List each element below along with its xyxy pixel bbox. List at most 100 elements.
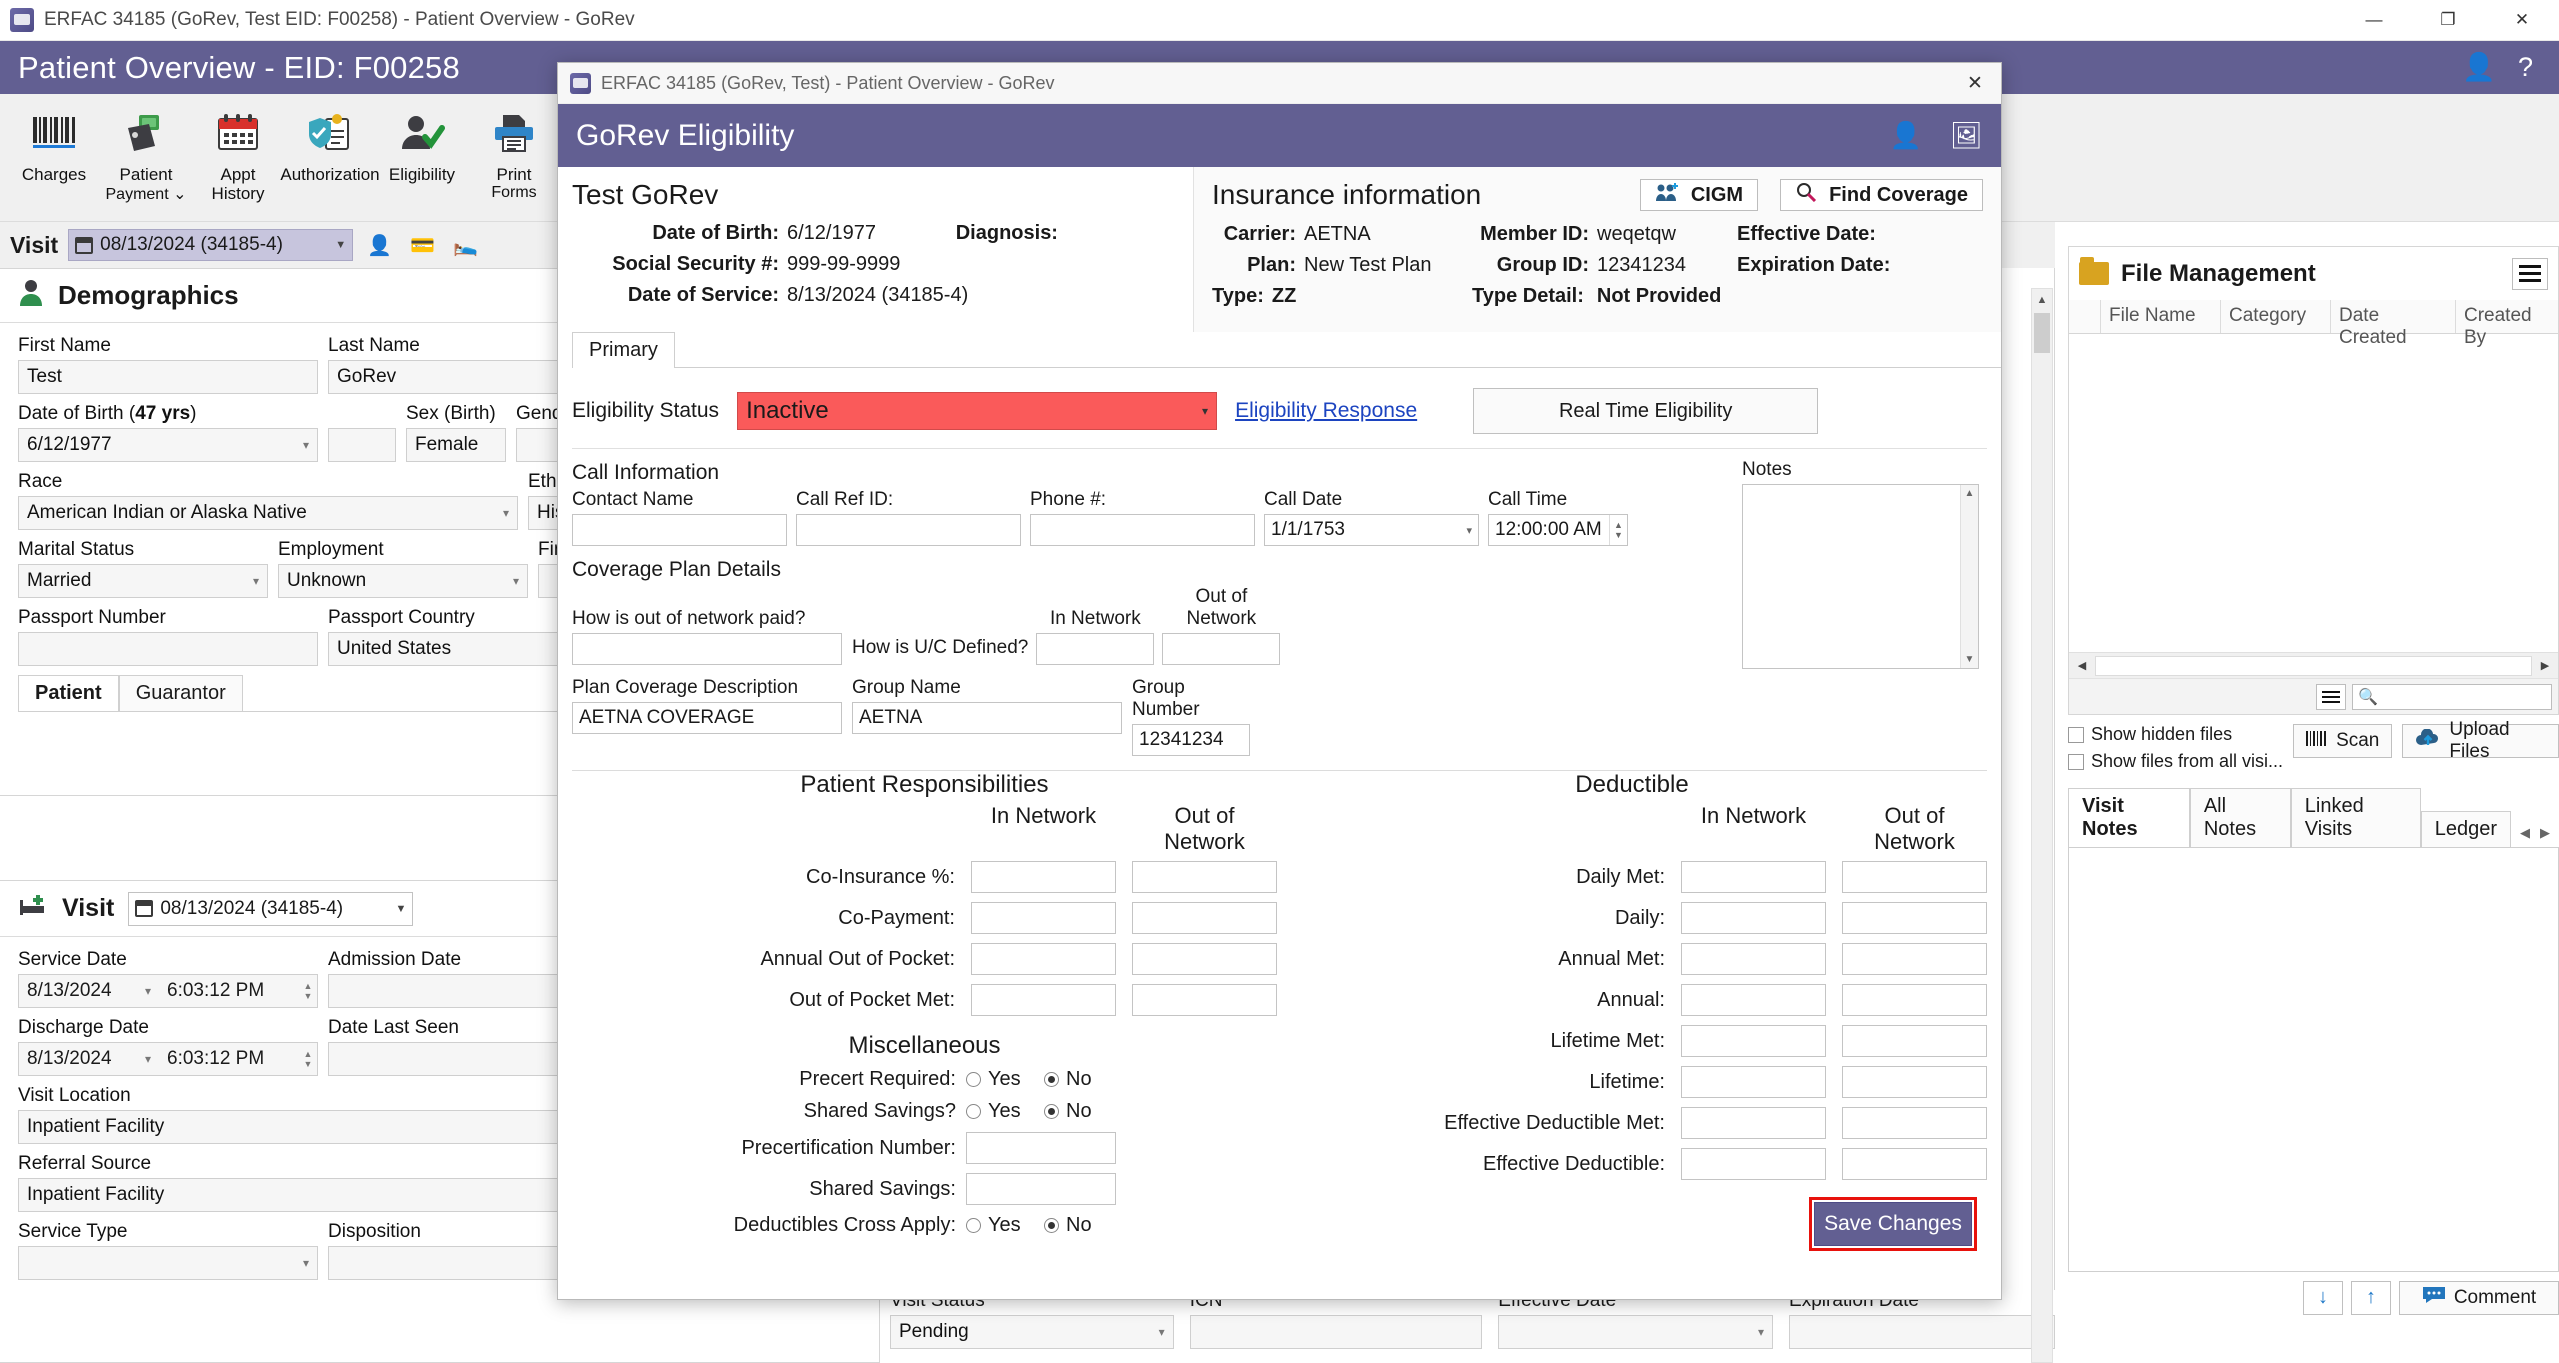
- file-management-menu-button[interactable]: [2512, 257, 2548, 290]
- dd-in-input[interactable]: [1681, 943, 1826, 975]
- ribbon-item-authorization[interactable]: Authorization: [280, 94, 380, 184]
- pr-in-input[interactable]: [971, 861, 1116, 893]
- spinner-icon[interactable]: ▲ ▼: [1609, 515, 1627, 545]
- eligibility-status-dropdown[interactable]: Inactive: [737, 392, 1218, 430]
- pr-in-input[interactable]: [971, 943, 1116, 975]
- upload-files-button[interactable]: Upload Files: [2402, 719, 2559, 762]
- dd-out-input[interactable]: [1842, 1025, 1987, 1057]
- show-all-visits-option[interactable]: Show files from all visi...: [2068, 751, 2283, 772]
- dd-out-input[interactable]: [1842, 984, 1987, 1016]
- dd-out-input[interactable]: [1842, 1107, 1987, 1139]
- shared-savings-input[interactable]: [966, 1173, 1116, 1205]
- pr-out-input[interactable]: [1132, 902, 1277, 934]
- ribbon-item-appt-history[interactable]: Appt History: [192, 94, 284, 203]
- save-changes-button[interactable]: Save Changes: [1814, 1202, 1972, 1246]
- maximize-button[interactable]: ❐: [2411, 0, 2485, 41]
- effective-date-field[interactable]: [1498, 1315, 1774, 1349]
- dialog-close-button[interactable]: ✕: [1949, 63, 2001, 104]
- dd-in-input[interactable]: [1681, 902, 1826, 934]
- ribbon-item-print-forms[interactable]: Print Forms: [468, 94, 560, 202]
- file-col-created-by[interactable]: Created By: [2456, 300, 2558, 348]
- precert-no-option[interactable]: No: [1044, 1068, 1122, 1091]
- service-type-field[interactable]: [18, 1246, 318, 1280]
- file-search-input[interactable]: 🔍: [2352, 683, 2552, 710]
- cross-apply-yes-option[interactable]: Yes: [966, 1214, 1044, 1237]
- plan-coverage-description-input[interactable]: AETNA COVERAGE: [572, 702, 842, 734]
- radio-icon[interactable]: [1044, 1104, 1059, 1119]
- dd-out-input[interactable]: [1842, 943, 1987, 975]
- radio-icon[interactable]: [966, 1218, 981, 1233]
- scroll-right-icon[interactable]: ▶: [2532, 659, 2558, 672]
- tab-ledger[interactable]: Ledger: [2420, 811, 2511, 847]
- spinner-icon[interactable]: ▲ ▼: [299, 1043, 317, 1075]
- file-col-category[interactable]: Category: [2221, 300, 2331, 333]
- help-icon[interactable]: ?: [2518, 54, 2533, 81]
- dob-field[interactable]: 6/12/1977: [18, 428, 318, 462]
- pr-in-input[interactable]: [971, 902, 1116, 934]
- hscroll-thumb[interactable]: [2095, 655, 2532, 676]
- dd-in-input[interactable]: [1681, 1148, 1826, 1180]
- file-table-hscrollbar[interactable]: ◀ ▶: [2069, 652, 2558, 678]
- employment-field[interactable]: Unknown: [278, 564, 528, 598]
- group-number-input[interactable]: 12341234: [1132, 724, 1250, 756]
- pr-out-input[interactable]: [1132, 861, 1277, 893]
- person-icon[interactable]: 👤: [2462, 54, 2496, 81]
- file-col-date-created[interactable]: Date Created: [2331, 300, 2456, 348]
- spinner-icon[interactable]: ▲ ▼: [299, 975, 317, 1007]
- id-card-icon[interactable]: 💳: [406, 230, 439, 260]
- ribbon-item-patient-payment[interactable]: Patient Payment ⌄: [100, 94, 192, 204]
- main-vertical-scrollbar[interactable]: ▲: [2031, 288, 2053, 1363]
- image-icon[interactable]: 🖼: [1950, 120, 1983, 151]
- sex-birth-field[interactable]: Female: [406, 428, 506, 462]
- icn-field[interactable]: [1189, 1315, 1483, 1349]
- dd-out-input[interactable]: [1842, 1066, 1987, 1098]
- tab-primary[interactable]: Primary: [572, 332, 675, 368]
- tab-all-notes[interactable]: All Notes: [2189, 788, 2291, 847]
- radio-icon[interactable]: [1044, 1218, 1059, 1233]
- bed-plus-icon[interactable]: 🛌: [449, 230, 482, 260]
- tab-guarantor[interactable]: Guarantor: [118, 675, 243, 711]
- dd-in-input[interactable]: [1681, 861, 1826, 893]
- precertification-number-input[interactable]: [966, 1132, 1116, 1164]
- tab-next-icon[interactable]: ▶: [2540, 825, 2550, 841]
- close-button[interactable]: ✕: [2485, 0, 2559, 41]
- expiration-date-field[interactable]: [1789, 1315, 2055, 1349]
- shared-savings-no-option[interactable]: No: [1044, 1100, 1122, 1123]
- visit-status-field[interactable]: Pending: [890, 1315, 1174, 1349]
- notes-textarea[interactable]: ▲ ▼: [1742, 484, 1979, 669]
- ribbon-item-charges[interactable]: Charges: [8, 94, 100, 184]
- dd-in-input[interactable]: [1681, 1107, 1826, 1139]
- move-up-button[interactable]: ↑: [2351, 1280, 2391, 1315]
- checkbox-icon[interactable]: [2068, 753, 2084, 770]
- race-field[interactable]: American Indian or Alaska Native: [18, 496, 518, 530]
- real-time-eligibility-button[interactable]: Real Time Eligibility: [1473, 388, 1819, 434]
- dd-in-input[interactable]: [1681, 1066, 1826, 1098]
- contact-name-input[interactable]: [572, 514, 787, 546]
- pr-out-input[interactable]: [1132, 984, 1277, 1016]
- show-hidden-files-option[interactable]: Show hidden files: [2068, 724, 2283, 745]
- discharge-date-field[interactable]: 8/13/2024 6:03:12 PM ▲▼: [18, 1042, 318, 1076]
- marital-status-field[interactable]: Married: [18, 564, 268, 598]
- tab-patient[interactable]: Patient: [18, 675, 119, 711]
- tab-prev-icon[interactable]: ◀: [2520, 825, 2530, 841]
- dd-in-input[interactable]: [1681, 1025, 1826, 1057]
- call-date-input[interactable]: 1/1/1753: [1264, 514, 1479, 546]
- dd-out-input[interactable]: [1842, 1148, 1987, 1180]
- minimize-button[interactable]: —: [2337, 0, 2411, 41]
- shared-savings-yes-option[interactable]: Yes: [966, 1100, 1044, 1123]
- radio-icon[interactable]: [1044, 1072, 1059, 1087]
- uc-out-network-input[interactable]: [1162, 633, 1281, 665]
- cross-apply-no-option[interactable]: No: [1044, 1214, 1122, 1237]
- call-ref-id-input[interactable]: [796, 514, 1021, 546]
- tab-visit-notes[interactable]: Visit Notes: [2068, 788, 2190, 847]
- eligibility-response-link[interactable]: Eligibility Response: [1235, 399, 1417, 423]
- oon-paid-input[interactable]: [572, 633, 842, 665]
- pr-in-input[interactable]: [971, 984, 1116, 1016]
- scan-button[interactable]: Scan: [2293, 724, 2393, 758]
- visit-combo[interactable]: 08/13/2024 (34185-4) ▼: [68, 229, 354, 261]
- person-icon[interactable]: 👤: [1890, 120, 1922, 151]
- first-name-field[interactable]: Test: [18, 360, 318, 394]
- dd-in-input[interactable]: [1681, 984, 1826, 1016]
- tab-linked-visits[interactable]: Linked Visits: [2290, 788, 2421, 847]
- file-col-name[interactable]: File Name: [2101, 300, 2221, 333]
